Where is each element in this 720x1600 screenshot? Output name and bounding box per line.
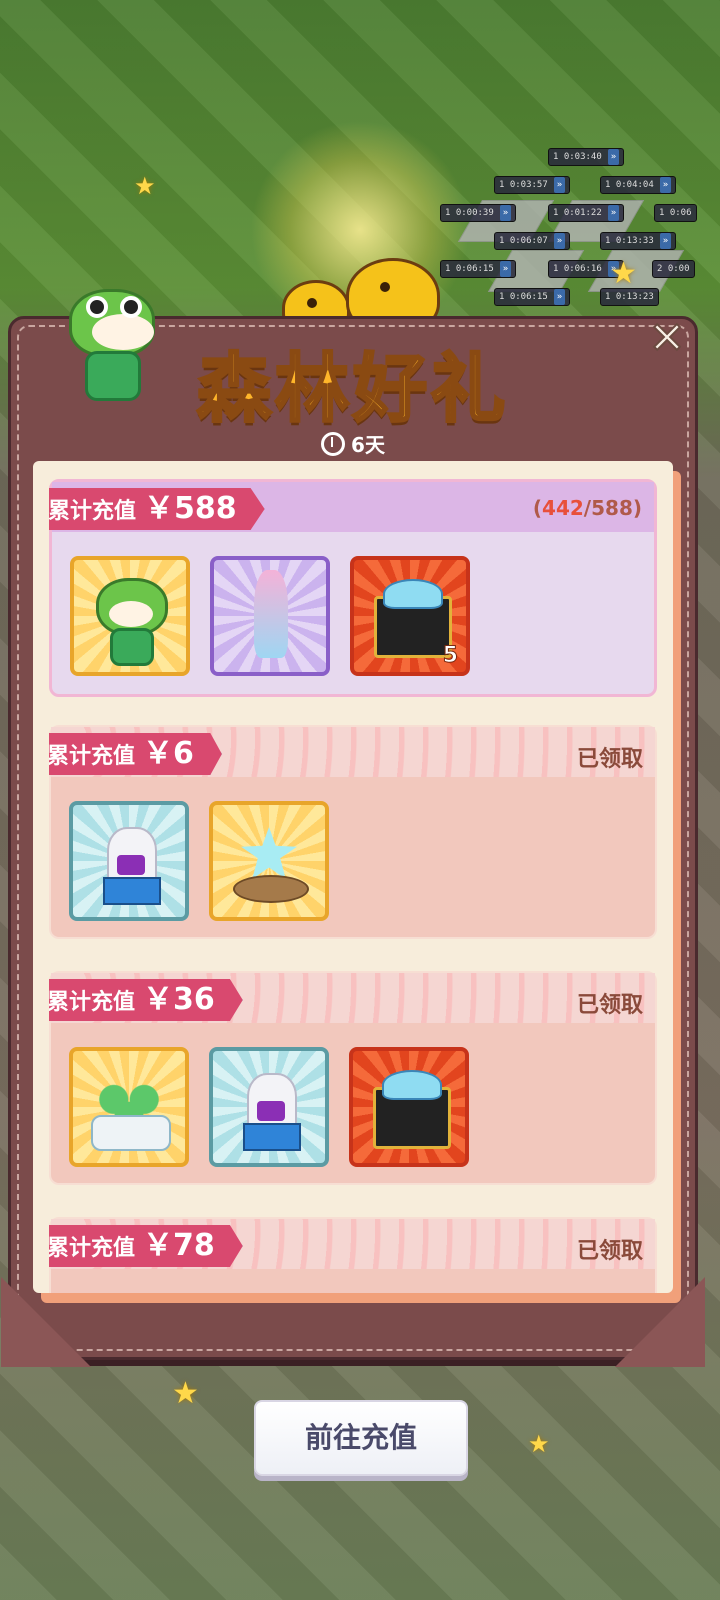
tier-amount: ￥36 — [143, 982, 215, 1017]
fast-forward-icon: » — [553, 177, 566, 193]
tier-card: 累计充值 ￥588 (442/588) 5 — [49, 479, 657, 697]
crop-timer[interactable]: 1 0:06:07» — [494, 232, 571, 250]
fast-forward-icon: » — [607, 149, 620, 165]
reward-item[interactable] — [69, 1047, 189, 1167]
tier-ribbon: 累计充值 ￥588 — [49, 488, 265, 530]
reward-item[interactable] — [209, 1047, 329, 1167]
item-quantity: 5 — [442, 643, 458, 669]
crop-timer[interactable]: 1 0:01:22» — [548, 204, 625, 222]
claimed-status: 已领取 — [576, 1239, 643, 1264]
reward-item[interactable] — [209, 801, 329, 921]
tier-label: 累计充值 — [49, 990, 136, 1015]
reward-item[interactable] — [69, 801, 189, 921]
reward-item[interactable] — [349, 1047, 469, 1167]
event-panel: 森林好礼 ✕ 6天 累计充值 ￥588 (442/588) 5 累计充值 ￥6 … — [1, 289, 705, 1367]
tier-card: 累计充值 ￥36 已领取 — [49, 971, 657, 1185]
fast-forward-icon: » — [553, 289, 566, 305]
fast-forward-icon: » — [553, 233, 566, 249]
fast-forward-icon: » — [499, 205, 512, 221]
countdown-text: 6天 — [351, 433, 385, 457]
tier-card: 累计充值 ￥78 已领取 — [49, 1217, 657, 1293]
tier-list[interactable]: 累计充值 ￥588 (442/588) 5 累计充值 ￥6 已领取 累计充值 ￥… — [33, 461, 673, 1293]
reward-item[interactable]: 5 — [350, 556, 470, 676]
crop-timer[interactable]: 1 0:13:33» — [600, 232, 677, 250]
tier-label: 累计充值 — [49, 744, 136, 769]
tier-label: 累计充值 — [49, 499, 137, 524]
reward-item[interactable] — [70, 556, 190, 676]
fast-forward-icon: » — [499, 261, 512, 277]
tier-ribbon: 累计充值 ￥6 — [49, 733, 222, 775]
crop-timer[interactable]: 1 0:06:15» — [494, 288, 571, 306]
tier-ribbon: 累计充值 ￥36 — [49, 979, 243, 1021]
reward-item[interactable] — [210, 556, 330, 676]
tier-amount: ￥78 — [143, 1228, 215, 1263]
claimed-status: 已领取 — [576, 747, 643, 772]
crop-timer[interactable]: 1 0:03:40» — [548, 148, 625, 166]
tier-ribbon: 累计充值 ￥78 — [49, 1225, 243, 1267]
tier-progress: (442/588) — [532, 496, 642, 520]
progress-total: 588 — [591, 496, 633, 520]
crop-timer[interactable]: 1 0:03:57» — [494, 176, 571, 194]
claimed-status: 已领取 — [576, 993, 643, 1018]
close-icon[interactable]: ✕ — [645, 316, 689, 362]
crop-timer[interactable]: 1 0:06 — [654, 204, 697, 222]
clock-icon — [321, 432, 346, 456]
crop-timer[interactable]: 2 0:00 — [652, 260, 695, 278]
crop-timer[interactable]: 1 0:00:39» — [440, 204, 517, 222]
star-icon: ★ — [172, 1376, 199, 1411]
go-recharge-button[interactable]: 前往充值 — [254, 1400, 468, 1476]
tier-amount: ￥6 — [143, 736, 194, 771]
diamond-chest-icon — [374, 579, 452, 658]
fast-forward-icon: » — [659, 233, 672, 249]
event-title: 森林好礼 — [196, 345, 509, 434]
fairy-costume-icon — [254, 570, 288, 658]
crop-timer[interactable]: 1 0:06:15» — [440, 260, 517, 278]
star-icon: ★ — [134, 172, 156, 200]
tier-amount: ￥588 — [144, 491, 237, 526]
panel-corner-right — [615, 1277, 705, 1367]
event-countdown: 6天 — [11, 429, 695, 458]
crop-timer[interactable]: 1 0:04:04» — [600, 176, 677, 194]
star-icon: ★ — [610, 256, 637, 291]
progress-current: 442 — [542, 496, 584, 520]
fast-forward-icon: » — [607, 205, 620, 221]
star-icon: ★ — [528, 1430, 550, 1458]
tier-card: 累计充值 ￥6 已领取 — [49, 725, 657, 939]
fast-forward-icon: » — [659, 177, 672, 193]
diamond-chest-icon — [373, 1070, 451, 1149]
panel-corner-left — [1, 1277, 91, 1367]
tier-label: 累计充值 — [49, 1236, 136, 1261]
